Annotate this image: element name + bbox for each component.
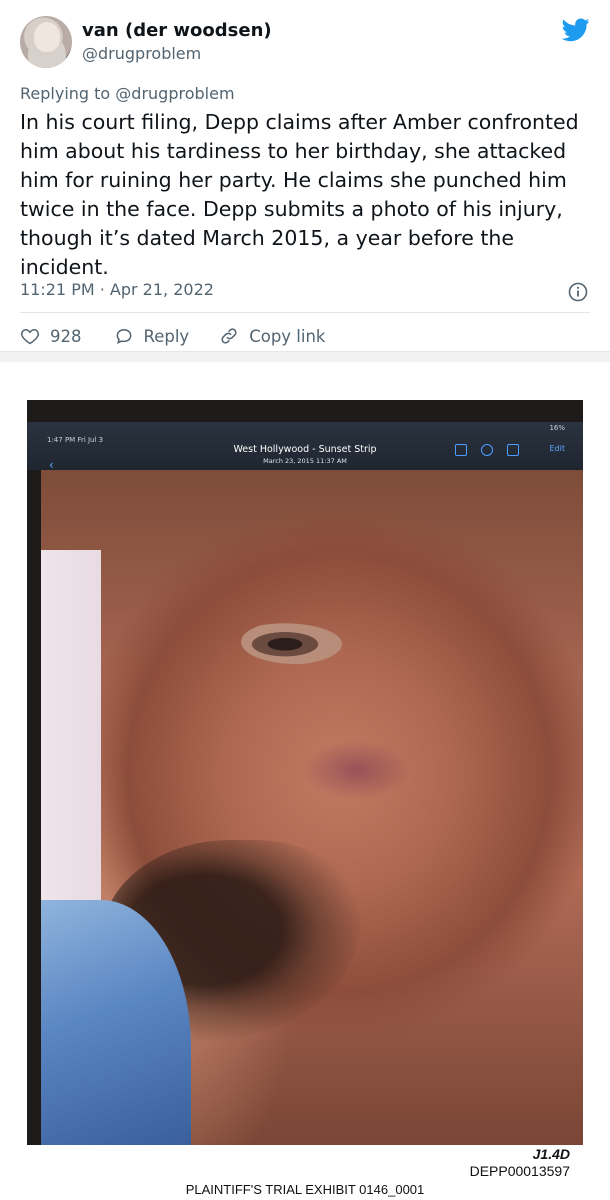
display-name[interactable]: van (der woodsen) — [82, 20, 272, 41]
info-icon[interactable] — [568, 282, 588, 302]
replying-to: Replying to @drugproblem — [20, 84, 235, 103]
ipad-album-subtitle: March 23, 2015 11:37 AM — [263, 457, 347, 465]
copy-link-label: Copy link — [249, 326, 326, 346]
exhibit-id: J1.4D — [532, 1146, 570, 1162]
copy-link-button[interactable]: Copy link — [219, 326, 325, 346]
tweet-text: In his court filing, Depp claims after A… — [20, 110, 579, 279]
bates-number: DEPP00013597 — [469, 1163, 570, 1179]
tweet-card: van (der woodsen) @drugproblem Replying … — [0, 0, 610, 352]
replying-prefix: Replying to — [20, 84, 116, 103]
exhibit-caption: PLAINTIFF'S TRIAL EXHIBIT 0146_0001 — [185, 1182, 425, 1197]
reply-bubble-icon — [116, 328, 131, 345]
ipad-toolbar-icons — [455, 444, 519, 456]
bruise — [301, 740, 411, 800]
timestamp[interactable]: 11:21 PM · Apr 21, 2022 — [20, 280, 214, 299]
like-count: 928 — [50, 326, 82, 346]
exhibit-photo[interactable]: 1:47 PM Fri Jul 3 16% ‹ West Hollywood -… — [27, 400, 583, 1145]
replying-mention[interactable]: @drugproblem — [115, 84, 234, 103]
reply-label: Reply — [143, 326, 190, 346]
twitter-bird-icon[interactable] — [562, 18, 590, 42]
trash-icon — [507, 444, 519, 456]
favorite-icon — [481, 444, 493, 456]
eye — [241, 620, 351, 664]
heart-icon — [21, 328, 39, 345]
reply-button[interactable]: Reply — [114, 326, 190, 346]
exhibit-photo-card: 1:47 PM Fri Jul 3 16% ‹ West Hollywood -… — [0, 362, 610, 1200]
ipad-status-time: 1:47 PM Fri Jul 3 — [47, 436, 104, 444]
avatar[interactable] — [20, 16, 72, 68]
ipad-battery: 16% — [549, 424, 565, 432]
action-bar: 928 Reply Copy link — [20, 322, 355, 350]
ipad-edit-label: Edit — [549, 444, 566, 453]
like-button[interactable]: 928 — [20, 326, 82, 346]
divider — [20, 312, 590, 313]
face-image — [41, 470, 583, 1145]
handle[interactable]: @drugproblem — [82, 44, 201, 63]
link-icon — [221, 328, 237, 344]
share-icon — [455, 444, 467, 456]
